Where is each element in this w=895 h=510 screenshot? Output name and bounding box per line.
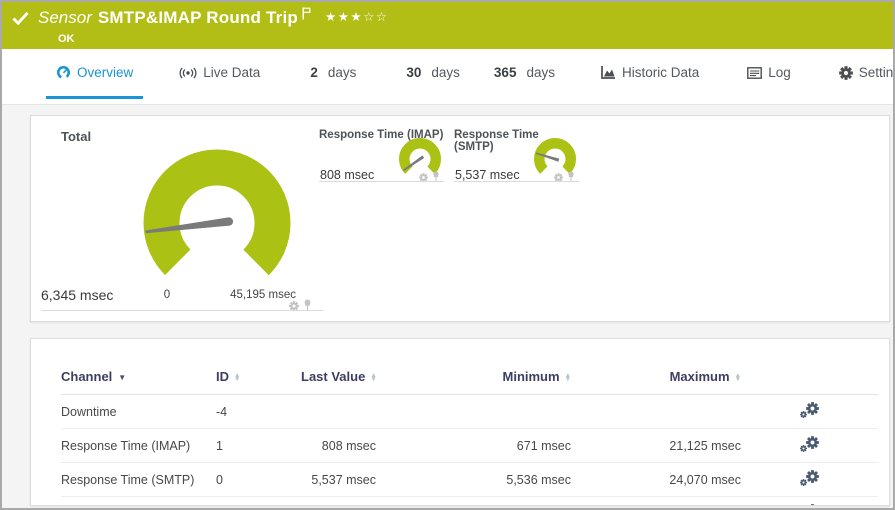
tab-historic-data[interactable]: Historic Data xyxy=(591,49,709,99)
tab-live-data[interactable]: Live Data xyxy=(169,49,270,99)
flag-icon[interactable] xyxy=(302,7,311,25)
tab-bar: Overview Live Data 2 days 30 days 365 da… xyxy=(2,49,893,105)
sensor-title: SMTP&IMAP Round Trip xyxy=(97,8,298,27)
tab-label: days xyxy=(526,65,555,80)
log-list-icon xyxy=(747,66,763,79)
prtg-sensor-page: Sensor SMTP&IMAP Round Trip ★★★☆☆ OK Ove… xyxy=(0,0,895,510)
channel-maximum: 21,125 msec xyxy=(571,428,741,463)
status-badge: OK xyxy=(58,33,75,45)
channel-name[interactable]: Downtime xyxy=(61,394,216,429)
table-row-total: Total -1 6,345 msec 671 msec 45,195 msec xyxy=(61,496,878,505)
channel-id: -1 xyxy=(216,496,301,505)
gauge-current-value: 6,345 msec xyxy=(41,287,114,303)
sensor-header: Sensor SMTP&IMAP Round Trip ★★★☆☆ OK xyxy=(2,2,893,49)
tab-label: Live Data xyxy=(203,65,261,80)
tab-label: Overview xyxy=(77,65,134,80)
channel-maximum: 45,195 msec xyxy=(571,496,741,505)
gauge-title: Total xyxy=(61,129,92,144)
status-ok-check-icon xyxy=(12,11,29,30)
column-header-maximum[interactable]: Maximum ▲ ▼ xyxy=(571,369,741,395)
gauge-icon xyxy=(56,65,71,80)
channel-minimum: 5,536 msec xyxy=(376,462,571,497)
area-chart-icon xyxy=(601,66,616,79)
table-row-response-time-imap: Response Time (IMAP) 1 808 msec 671 msec… xyxy=(61,428,878,463)
channel-settings-gears-icon[interactable] xyxy=(800,402,819,419)
tab-label: Log xyxy=(768,65,791,80)
sort-icon: ▲ ▼ xyxy=(734,371,741,383)
channel-id: -4 xyxy=(216,394,301,429)
divider xyxy=(454,181,579,182)
channel-name[interactable]: Response Time (SMTP) xyxy=(61,462,216,497)
gauge-max-label: 45,195 msec xyxy=(230,289,296,301)
sensor-type-label: Sensor xyxy=(38,8,92,27)
channel-minimum: 671 msec xyxy=(376,428,571,463)
divider xyxy=(41,310,323,311)
table-header-row: Channel ▼ ID ▲ ▼ Last Value ▲ ▼ Minimum ▲ ▼ Max… xyxy=(61,369,878,395)
channel-last-value xyxy=(301,394,376,429)
tab-settings[interactable]: Settings xyxy=(829,49,894,99)
channels-table-panel: Channel ▼ ID ▲ ▼ Last Value ▲ ▼ Minimum ▲ ▼ Max… xyxy=(30,338,890,506)
gauge-min-label: 0 xyxy=(163,289,171,301)
divider xyxy=(319,181,444,182)
tab-30-days[interactable]: 30 days xyxy=(396,49,470,99)
channel-maximum xyxy=(571,394,741,429)
channel-settings-gears-icon[interactable] xyxy=(800,504,819,505)
channels-table: Channel ▼ ID ▲ ▼ Last Value ▲ ▼ Minimum ▲ ▼ Max… xyxy=(61,369,878,505)
channel-name[interactable]: Response Time (IMAP) xyxy=(61,428,216,463)
tab-365-days[interactable]: 365 days xyxy=(484,49,565,99)
sort-desc-icon: ▼ xyxy=(118,373,127,382)
tab-label: Historic Data xyxy=(621,65,700,80)
column-header-last-value[interactable]: Last Value ▲ ▼ xyxy=(301,369,377,395)
channel-name[interactable]: Total xyxy=(61,496,216,505)
total-gauge xyxy=(143,149,291,281)
tab-log[interactable]: Log xyxy=(737,49,801,99)
channel-settings-gears-icon[interactable] xyxy=(800,436,819,453)
smtp-gauge-block: Response Time (SMTP) 5,537 msec xyxy=(454,129,579,187)
channel-id: 1 xyxy=(216,428,301,463)
column-header-actions xyxy=(741,369,878,395)
channel-minimum xyxy=(376,394,571,429)
table-row-downtime: Downtime -4 xyxy=(61,394,878,429)
column-header-id[interactable]: ID ▲ ▼ xyxy=(216,369,301,395)
sort-icon: ▲ ▼ xyxy=(564,371,571,383)
live-signal-icon xyxy=(179,66,197,79)
tab-label: days xyxy=(431,65,460,80)
channel-last-value: 808 msec xyxy=(301,428,376,463)
channel-minimum: 671 msec xyxy=(376,496,571,505)
tab-2-days[interactable]: 2 days xyxy=(300,49,366,99)
tab-label: Settings xyxy=(858,65,894,80)
gauges-panel: Total 6,345 msec 0 45,195 msec Response … xyxy=(30,115,890,322)
channel-last-value: 5,537 msec xyxy=(301,462,376,497)
tab-overview[interactable]: Overview xyxy=(46,49,144,99)
rating-stars[interactable]: ★★★☆☆ xyxy=(325,9,389,24)
channel-last-value: 6,345 msec xyxy=(301,496,376,505)
tab-label: days xyxy=(327,65,357,80)
channel-id: 0 xyxy=(216,462,301,497)
sort-icon: ▲ ▼ xyxy=(234,371,241,383)
channel-maximum: 24,070 msec xyxy=(571,462,741,497)
gauge-current-value: 5,537 msec xyxy=(455,168,520,182)
imap-gauge-block: Response Time (IMAP) 808 msec xyxy=(319,129,444,187)
gear-icon xyxy=(838,65,853,80)
column-header-channel[interactable]: Channel ▼ xyxy=(61,369,216,395)
sort-icon: ▲ ▼ xyxy=(370,371,377,383)
gauge-current-value: 808 msec xyxy=(320,168,375,182)
channel-settings-gears-icon[interactable] xyxy=(800,470,819,487)
content-area: Total 6,345 msec 0 45,195 msec Response … xyxy=(2,105,893,506)
column-header-minimum[interactable]: Minimum ▲ ▼ xyxy=(376,369,571,395)
table-row-response-time-smtp: Response Time (SMTP) 0 5,537 msec 5,536 … xyxy=(61,462,878,497)
